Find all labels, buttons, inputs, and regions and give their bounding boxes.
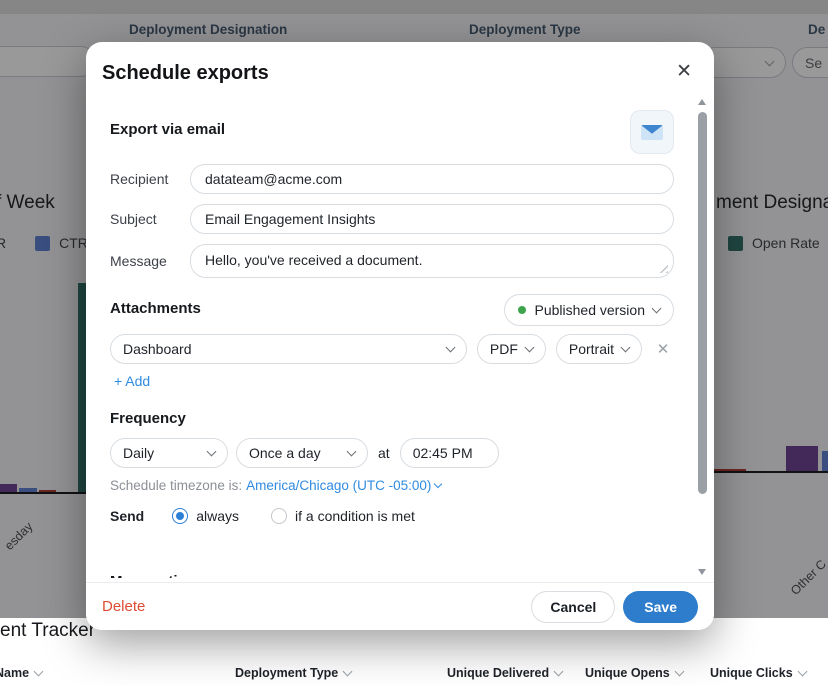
column-header-label: Name [0, 666, 29, 680]
scrollbar-thumb[interactable] [698, 112, 707, 494]
timezone-link[interactable]: America/Chicago (UTC -05:00) [246, 478, 431, 493]
recipient-input[interactable] [190, 164, 674, 194]
attachment-source-select[interactable]: Dashboard [110, 334, 467, 364]
timezone-prefix: Schedule timezone is: [110, 478, 242, 493]
column-header-label: Unique Delivered [447, 666, 549, 680]
times-per-day-select[interactable]: Once a day [236, 438, 368, 468]
dialog-footer: Delete Cancel Save [86, 582, 714, 630]
radio-always[interactable] [172, 508, 188, 524]
column-header-label: Unique Opens [585, 666, 670, 680]
radio-always-label[interactable]: always [196, 508, 239, 524]
time-value: 02:45 PM [413, 445, 473, 461]
column-header-label: Unique Clicks [710, 666, 793, 680]
message-label: Message [110, 253, 190, 269]
export-via-email-heading: Export via email [110, 121, 225, 138]
tracker-title: ent Tracker [0, 620, 95, 642]
sort-chevron-icon [34, 667, 44, 677]
sort-chevron-icon [797, 667, 807, 677]
column-header-unique-delivered[interactable]: Unique Delivered [447, 666, 562, 680]
message-textarea[interactable]: Hello, you've received a document. [190, 244, 674, 278]
send-condition-row: Send always if a condition is met [110, 508, 415, 524]
chevron-down-icon [207, 447, 217, 457]
times-per-day-value: Once a day [249, 445, 321, 461]
scrollbar-up-arrow-icon[interactable] [698, 99, 706, 105]
send-label: Send [110, 508, 144, 524]
sort-chevron-icon [554, 667, 564, 677]
sort-chevron-icon [674, 667, 684, 677]
chevron-down-icon [434, 480, 442, 488]
at-label: at [378, 445, 390, 461]
attachment-format-select[interactable]: PDF [477, 334, 546, 364]
column-header-unique-opens[interactable]: Unique Opens [585, 666, 683, 680]
column-header-deployment-type[interactable]: Deployment Type [235, 666, 351, 680]
timezone-row: Schedule timezone is: America/Chicago (U… [110, 478, 441, 493]
add-attachment-link[interactable]: + Add [114, 373, 150, 389]
attachment-orientation-select[interactable]: Portrait [556, 334, 642, 364]
scrollbar-down-arrow-icon[interactable] [698, 569, 706, 575]
delete-button[interactable]: Delete [102, 598, 145, 615]
message-row: Message Hello, you've received a documen… [110, 244, 674, 278]
close-icon[interactable]: ✕ [676, 62, 692, 81]
attachment-row: Dashboard PDF Portrait ✕ [110, 334, 674, 364]
chevron-down-icon [652, 304, 662, 314]
subject-input[interactable] [190, 204, 674, 234]
message-textarea-wrap: Hello, you've received a document. [190, 244, 674, 278]
subject-label: Subject [110, 211, 190, 227]
chevron-down-icon [445, 343, 455, 353]
attachment-orientation-value: Portrait [569, 341, 614, 357]
frequency-interval-value: Daily [123, 445, 154, 461]
attachment-format-value: PDF [490, 341, 518, 357]
attachments-heading: Attachments [110, 300, 201, 317]
frequency-row: Daily Once a day at 02:45 PM [110, 438, 674, 468]
email-icon [630, 110, 674, 154]
published-dot-icon [518, 306, 526, 314]
clipped-section-heading: More options [110, 573, 204, 578]
recipient-row: Recipient [110, 164, 674, 194]
chevron-down-icon [524, 343, 534, 353]
column-header-label: Deployment Type [235, 666, 338, 680]
column-header-name[interactable]: Name [0, 666, 42, 680]
radio-if-condition[interactable] [271, 508, 287, 524]
attachment-source-value: Dashboard [123, 341, 192, 357]
screen: Deployment Designation Deployment Type D… [0, 0, 828, 686]
subject-row: Subject [110, 204, 674, 234]
sort-chevron-icon [343, 667, 353, 677]
column-header-unique-clicks[interactable]: Unique Clicks [710, 666, 806, 680]
dialog-title: Schedule exports [102, 62, 269, 85]
version-selector-value: Published version [534, 302, 645, 318]
version-selector[interactable]: Published version [504, 294, 674, 326]
recipient-label: Recipient [110, 171, 190, 187]
chevron-down-icon [621, 343, 631, 353]
frequency-interval-select[interactable]: Daily [110, 438, 228, 468]
chevron-down-icon [347, 447, 357, 457]
radio-if-condition-label[interactable]: if a condition is met [295, 508, 415, 524]
cancel-button[interactable]: Cancel [531, 591, 615, 623]
remove-attachment-icon[interactable]: ✕ [652, 338, 674, 360]
frequency-heading: Frequency [110, 410, 186, 427]
save-button[interactable]: Save [623, 591, 698, 623]
time-input[interactable]: 02:45 PM [400, 438, 499, 468]
schedule-exports-dialog: Schedule exports ✕ Export via email Reci… [86, 42, 714, 630]
